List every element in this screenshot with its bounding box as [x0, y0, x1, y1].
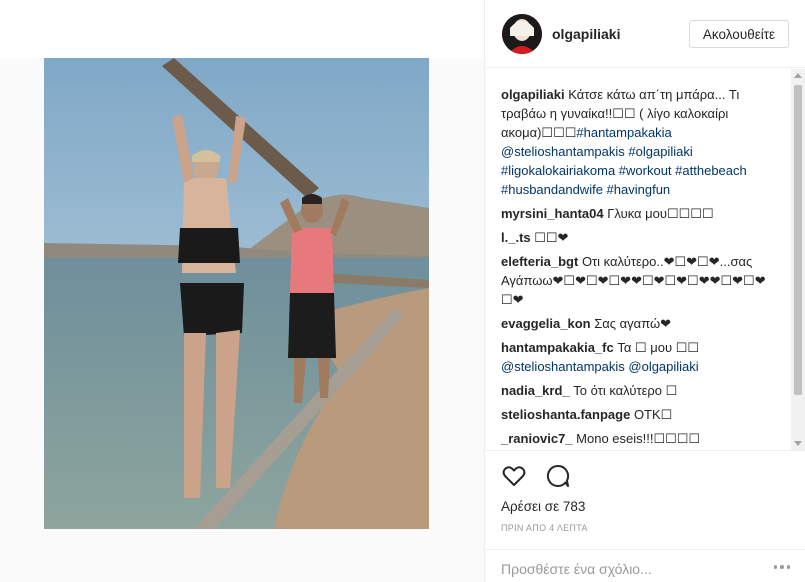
comment-text: Τα ☐ μου ☐☐	[617, 340, 700, 355]
comment-username[interactable]: elefteria_bgt	[501, 254, 578, 269]
mention-link[interactable]: @stelioshantampakis	[501, 359, 625, 374]
post-photo[interactable]	[44, 58, 429, 529]
comment-username[interactable]: nadia_krd_	[501, 383, 570, 398]
comment-username[interactable]: stelioshanta.fanpage	[501, 407, 630, 422]
action-icons	[501, 463, 571, 489]
media-area	[0, 58, 484, 582]
hashtag-link[interactable]: #hantampakakia	[576, 125, 671, 140]
more-options-icon[interactable]	[774, 565, 790, 571]
post-panel: olgapiliaki Ακολουθείτε olgapiliaki Κάτσ…	[484, 0, 805, 582]
avatar[interactable]	[502, 14, 542, 54]
comment-text: OTK☐	[633, 407, 673, 422]
comment-text: Σας αγαπώ❤	[594, 316, 672, 331]
hashtag-link[interactable]: #workout	[619, 163, 672, 178]
comment-row: myrsini_hanta04 Γλυκα μου☐☐☐☐	[501, 204, 772, 223]
comment-row: evaggelia_kon Σας αγαπώ❤	[501, 314, 772, 333]
comments-list[interactable]: olgapiliaki Κάτσε κάτω απ΄τη μπάρα... Τι…	[485, 69, 805, 450]
comment-text: ☐☐❤	[534, 230, 569, 245]
comment-username[interactable]: hantampakakia_fc	[501, 340, 614, 355]
comment-row: elefteria_bgt Οτι καλύτερο..❤☐❤☐❤...σας …	[501, 252, 772, 309]
add-comment-bar	[485, 549, 805, 582]
comment-row: nadia_krd_ Το ότι καλύτερο ☐	[501, 381, 772, 400]
comment-username[interactable]: l._.ts	[501, 230, 531, 245]
caption: olgapiliaki Κάτσε κάτω απ΄τη μπάρα... Τι…	[501, 85, 772, 199]
post-timestamp: ΠΡΙΝ ΑΠΟ 4 ΛΕΠΤΑ	[501, 523, 588, 533]
likes-count[interactable]: Αρέσει σε 783	[501, 499, 585, 514]
comment-text: Το ότι καλύτερο ☐	[573, 383, 678, 398]
comments-scrollbar[interactable]	[791, 69, 805, 450]
scroll-up-arrow-icon[interactable]	[794, 73, 802, 78]
post-header: olgapiliaki Ακολουθείτε	[485, 0, 805, 68]
scroll-down-arrow-icon[interactable]	[794, 441, 802, 446]
comment-row: _raniovic7_ Mono eseis!!!☐☐☐☐	[501, 429, 772, 448]
post-actions: Αρέσει σε 783 ΠΡΙΝ ΑΠΟ 4 ΛΕΠΤΑ	[485, 450, 805, 582]
hashtag-link[interactable]: #olgapiliaki	[628, 144, 692, 159]
comment-row: l._.ts ☐☐❤	[501, 228, 772, 247]
comment-username[interactable]: _raniovic7_	[501, 431, 573, 446]
comment-username[interactable]: myrsini_hanta04	[501, 206, 604, 221]
mention-link[interactable]: @olgapiliaki	[628, 359, 698, 374]
following-button[interactable]: Ακολουθείτε	[689, 20, 789, 48]
comment-username[interactable]: evaggelia_kon	[501, 316, 591, 331]
heart-icon[interactable]	[501, 463, 527, 489]
hashtag-link[interactable]: @stelioshantampakis	[501, 144, 625, 159]
comment-text: Mono eseis!!!☐☐☐☐	[576, 431, 701, 446]
comment-input[interactable]	[501, 558, 771, 580]
comment-bubble-icon[interactable]	[545, 463, 571, 489]
header-username[interactable]: olgapiliaki	[552, 26, 620, 42]
comment-row: hantampakakia_fc Τα ☐ μου ☐☐ @stelioshan…	[501, 338, 772, 376]
hashtag-link[interactable]: #atthebeach	[675, 163, 747, 178]
comment-row: stelioshanta.fanpage OTK☐	[501, 405, 772, 424]
comment-text: Γλυκα μου☐☐☐☐	[607, 206, 714, 221]
hashtag-link[interactable]: #husbandandwife	[501, 182, 603, 197]
hashtag-link[interactable]: #ligokalokairiakoma	[501, 163, 615, 178]
comment-username[interactable]: olgapiliaki	[501, 87, 565, 102]
scroll-thumb[interactable]	[794, 85, 802, 395]
hashtag-link[interactable]: #havingfun	[607, 182, 671, 197]
